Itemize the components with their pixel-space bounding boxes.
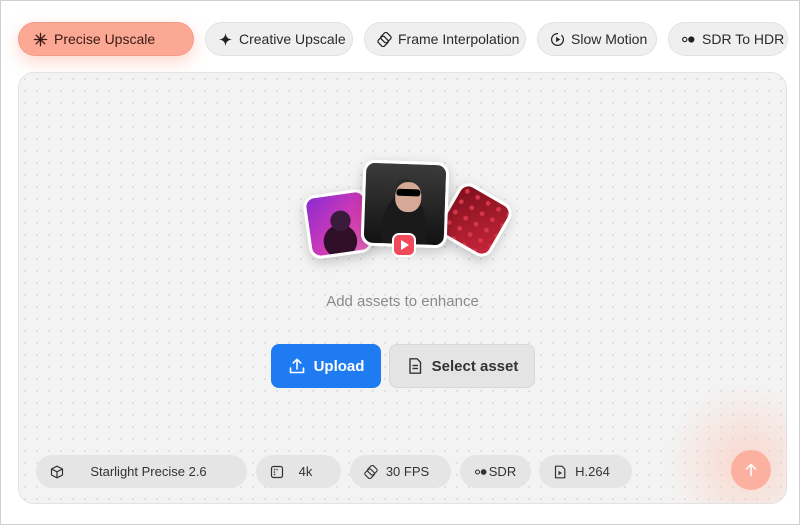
cube-icon [50,465,64,478]
fps-chip[interactable]: 30 FPS [350,455,451,488]
codec-file-icon [554,465,566,478]
tab-label: Precise Upscale [54,31,156,47]
frames-icon [364,464,378,479]
corner-glow [666,383,786,503]
select-asset-button[interactable]: Select asset [389,344,535,388]
codec-label: H.264 [575,464,610,479]
select-asset-label: Select asset [431,357,519,375]
dynamic-range-label: SDR [488,464,517,479]
arrow-up-icon [745,463,757,477]
app-window: Precise Upscale Creative Upscale Frame I… [0,0,800,525]
dots-icon [682,35,695,43]
video-play-icon [392,233,416,257]
thumbnail-sunglasses [396,188,421,197]
upload-button[interactable]: Upload [271,344,381,388]
tab-sdr-to-hdr[interactable]: SDR To HDR [668,22,788,56]
submit-button[interactable] [731,450,771,490]
upload-icon [289,358,304,374]
fps-label: 30 FPS [385,464,430,479]
tab-label: Creative Upscale [239,31,346,47]
resolution-icon [270,465,284,478]
slow-play-icon [550,32,565,46]
tab-precise-upscale[interactable]: Precise Upscale [18,22,194,56]
dynamic-range-chip[interactable]: SDR [460,455,531,488]
asterisk-icon [33,32,48,46]
codec-chip[interactable]: H.264 [539,455,632,488]
upload-label: Upload [313,357,365,375]
model-select-chip[interactable]: Starlight Precise 2.6 [36,455,247,488]
frames-icon [377,31,392,47]
tab-frame-interpolation[interactable]: Frame Interpolation [364,22,526,56]
model-label: Starlight Precise 2.6 [90,464,207,479]
dots-icon [474,468,487,475]
empty-state-hint: Add assets to enhance [326,293,479,310]
mode-tab-bar: Precise Upscale Creative Upscale Frame I… [18,22,788,56]
tab-creative-upscale[interactable]: Creative Upscale [205,22,353,56]
thumbnail-face [394,181,422,213]
tab-slow-motion[interactable]: Slow Motion [537,22,657,56]
upload-panel[interactable]: Add assets to enhance Upload Select asse… [18,72,787,504]
tab-label: SDR To HDR [702,31,785,47]
resolution-label: 4k [298,464,313,479]
sparkle-icon [218,32,233,46]
document-icon [408,358,421,374]
tab-label: Slow Motion [571,31,648,47]
tab-label: Frame Interpolation [398,31,520,47]
resolution-chip[interactable]: 4k [256,455,341,488]
